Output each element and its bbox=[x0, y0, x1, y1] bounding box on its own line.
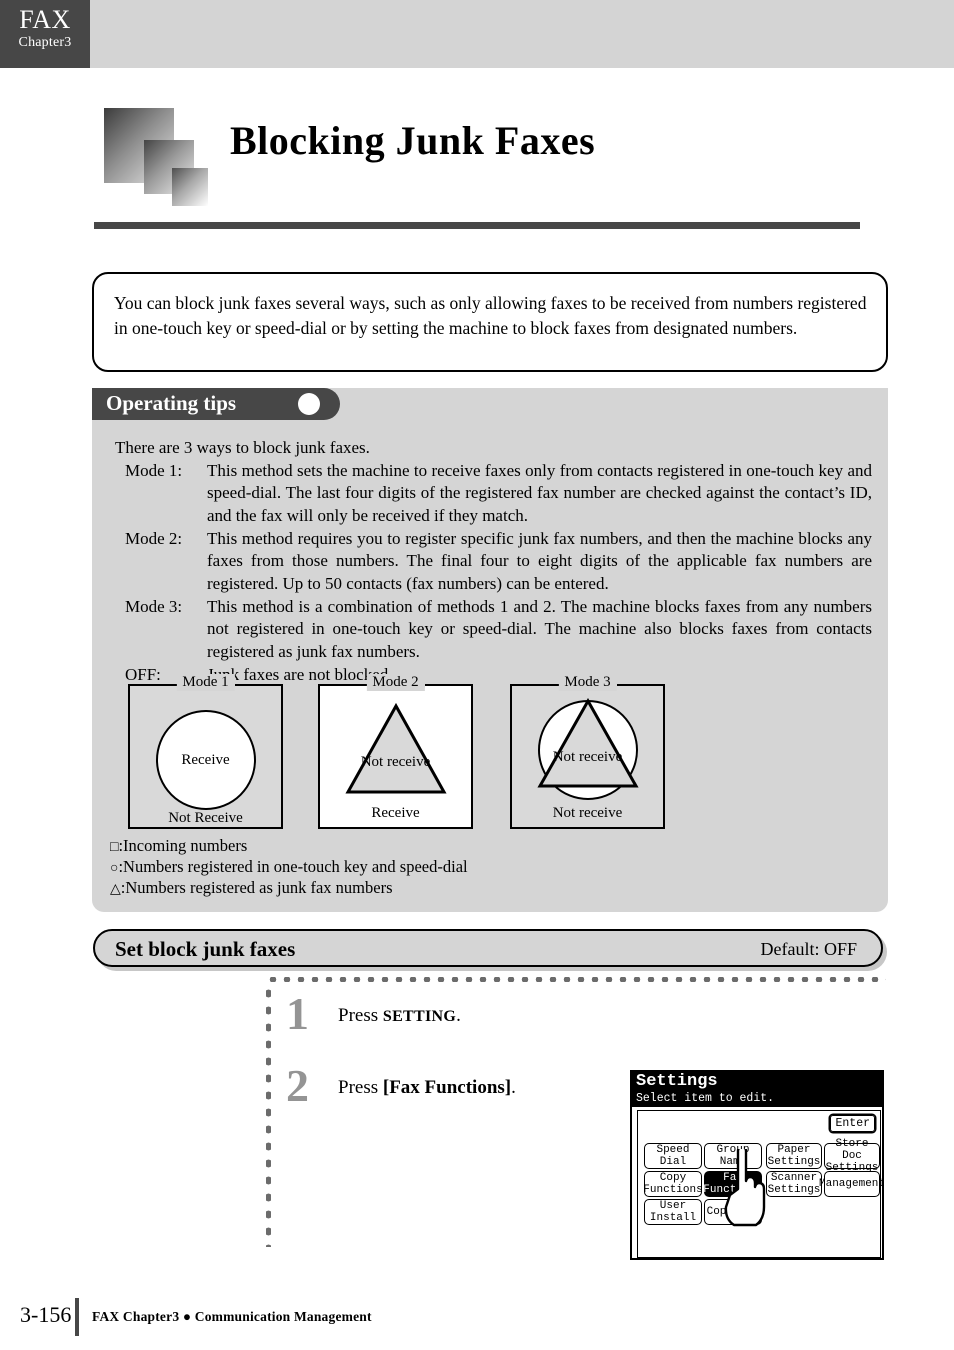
step-text: Press [Fax Functions]. bbox=[338, 1077, 516, 1099]
lcd-body: Enter Speed Dial Group Name Paper Settin… bbox=[637, 1110, 885, 1258]
hand-pointer-icon bbox=[724, 1149, 766, 1227]
step-prefix: Press bbox=[338, 1005, 383, 1026]
triangle-icon: △ bbox=[110, 882, 121, 897]
step-key: SETTING bbox=[382, 1008, 457, 1025]
lcd-button-speed-dial[interactable]: Speed Dial bbox=[644, 1143, 702, 1169]
footer-divider bbox=[75, 1298, 79, 1336]
operating-tips-header: Operating tips bbox=[92, 388, 340, 420]
circle-icon bbox=[298, 393, 320, 415]
intro-callout-box: You can block junk faxes several ways, s… bbox=[92, 272, 888, 372]
page-title: Blocking Junk Faxes bbox=[230, 118, 596, 163]
setting-title-bar: Set block junk faxes Default: OFF bbox=[93, 929, 883, 967]
chapter-tab-main-label: FAX bbox=[19, 5, 71, 34]
lcd-enter-button[interactable]: Enter bbox=[830, 1115, 875, 1132]
step-number: 2 bbox=[286, 1060, 309, 1111]
step-key: [Fax Functions] bbox=[382, 1077, 512, 1098]
diagram-inner-text: Not receive bbox=[360, 754, 431, 770]
legend-item-junk: △:Numbers registered as junk fax numbers bbox=[110, 878, 393, 898]
step-suffix: . bbox=[511, 1077, 516, 1098]
operating-tips-label: Operating tips bbox=[106, 391, 237, 415]
step-text: Press SETTING. bbox=[338, 1005, 461, 1027]
step-suffix: . bbox=[456, 1005, 461, 1026]
diagram-title: Mode 1 bbox=[176, 674, 235, 691]
lcd-subtitle: Select item to edit. bbox=[636, 1092, 775, 1105]
diagram-outer-text: Not receive bbox=[552, 805, 623, 821]
step-prefix: Press bbox=[338, 1077, 383, 1098]
legend-text: :Incoming numbers bbox=[118, 836, 248, 855]
setting-default-value: Default: OFF bbox=[760, 939, 858, 959]
dotted-border-left bbox=[266, 985, 271, 1247]
chapter-tab: FAX Chapter3 bbox=[0, 0, 90, 68]
mode-diagram-1: Mode 1 Receive Not Receive bbox=[128, 674, 283, 832]
top-header-band: FAX Chapter3 bbox=[0, 0, 954, 68]
mode-diagram-2: Mode 2 Not receive Receive bbox=[318, 674, 473, 832]
mode-label: Mode 1: bbox=[125, 461, 183, 480]
diagram-inner-text: Not receive bbox=[552, 749, 623, 765]
legend-text: :Numbers registered in one-touch key and… bbox=[118, 857, 468, 876]
legend-item-registered: ○:Numbers registered in one-touch key an… bbox=[110, 857, 468, 877]
footer-text: FAX Chapter3 ● Communication Management bbox=[92, 1309, 372, 1324]
lcd-button-scanner-settings[interactable]: Scanner Settings bbox=[766, 1171, 822, 1197]
operating-tips-section: Operating tips There are 3 ways to block… bbox=[92, 388, 888, 912]
chapter-tab-sub-label: Chapter3 bbox=[18, 35, 72, 50]
mode-body: This method is a combination of methods … bbox=[207, 597, 872, 661]
setting-name: Set block junk faxes bbox=[115, 937, 296, 961]
lcd-panel-screenshot: Settings Select item to edit. Enter Spee… bbox=[630, 1070, 885, 1260]
lcd-button-management[interactable]: Management bbox=[819, 1171, 885, 1197]
title-divider-rule bbox=[94, 222, 860, 229]
mode-body: This method sets the machine to receive … bbox=[207, 461, 872, 525]
intro-text: You can block junk faxes several ways, s… bbox=[114, 293, 867, 338]
lcd-title: Settings bbox=[636, 1072, 718, 1091]
lcd-button-copy-functions[interactable]: Copy Functions bbox=[643, 1171, 703, 1197]
mode-diagram-3: Mode 3 Not receive Not receive bbox=[510, 674, 665, 832]
triangle-shape bbox=[345, 702, 447, 794]
lcd-button-paper-settings[interactable]: Paper Settings bbox=[766, 1143, 822, 1169]
diagram-inner-text: Receive bbox=[181, 752, 230, 768]
mode-body: This method requires you to register spe… bbox=[207, 529, 872, 593]
mode-label: Mode 3: bbox=[125, 597, 183, 616]
lcd-button-store-doc-settings[interactable]: Store Doc Settings bbox=[824, 1138, 880, 1174]
lcd-button-user-install[interactable]: User Install bbox=[644, 1199, 702, 1225]
dotted-border-top bbox=[266, 977, 886, 982]
diagram-outer-text: Not Receive bbox=[168, 810, 243, 826]
diagram-title: Mode 3 bbox=[558, 674, 617, 691]
diagram-outer-text: Receive bbox=[371, 805, 420, 821]
tips-intro-text: There are 3 ways to block junk faxes. bbox=[115, 438, 370, 457]
lcd-title-bar: Settings Select item to edit. bbox=[632, 1072, 882, 1107]
mode-label: Mode 2: bbox=[125, 529, 183, 548]
triangle-shape bbox=[537, 698, 639, 788]
diagram-title: Mode 2 bbox=[366, 674, 425, 691]
legend-text: :Numbers registered as junk fax numbers bbox=[120, 878, 393, 897]
decorative-square-small bbox=[172, 168, 208, 206]
legend-item-incoming: □:Incoming numbers bbox=[110, 836, 247, 856]
step-number: 1 bbox=[286, 988, 309, 1039]
footer-page-number: 3-156 bbox=[20, 1302, 72, 1327]
